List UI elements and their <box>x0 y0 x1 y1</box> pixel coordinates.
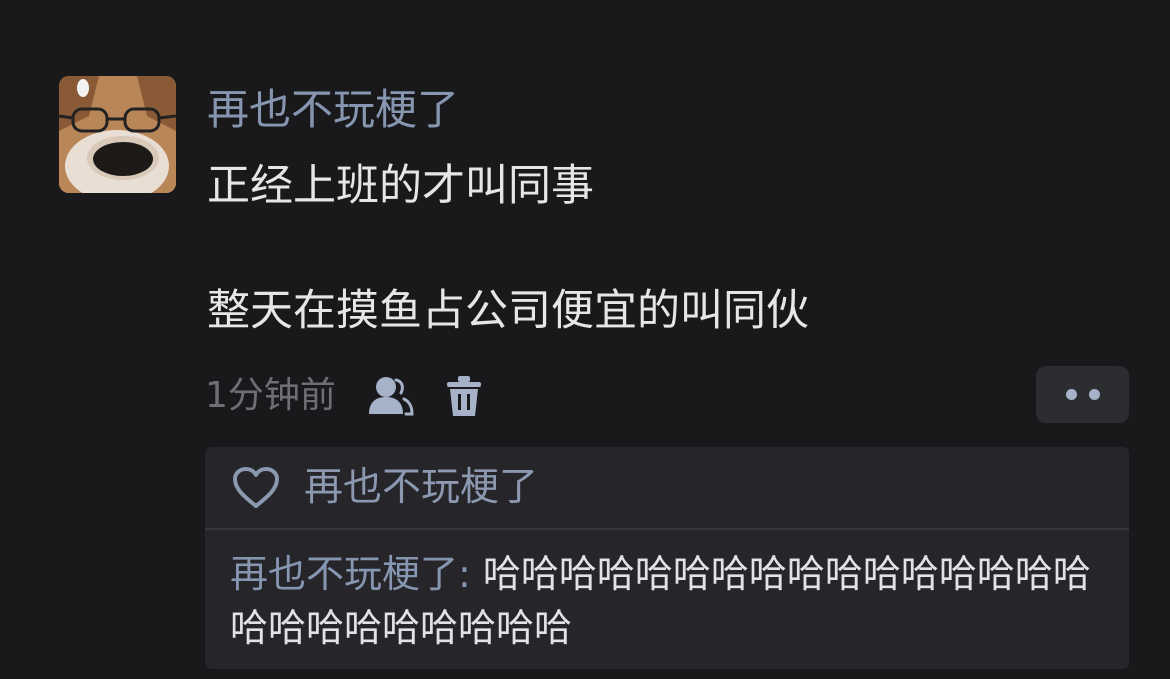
comment-text-line-2: 整天在摸鱼占公司便宜的叫同伙 <box>207 286 809 336</box>
comment-timestamp: 1分钟前 <box>205 375 336 416</box>
reply-panel: 再也不玩梗了 再也不玩梗了: 哈哈哈哈哈哈哈哈哈哈哈哈哈哈哈哈哈哈哈哈哈哈哈哈哈 <box>205 447 1129 669</box>
avatar[interactable] <box>59 76 176 193</box>
reply-separator: : <box>458 552 483 596</box>
reply-item: 再也不玩梗了: 哈哈哈哈哈哈哈哈哈哈哈哈哈哈哈哈哈哈哈哈哈哈哈哈哈 <box>230 547 1125 655</box>
comment-screen: 再也不玩梗了 正经上班的才叫同事 整天在摸鱼占公司便宜的叫同伙 1分钟前 再也不… <box>0 0 1170 679</box>
dog-with-glasses-avatar-image <box>59 76 176 193</box>
trash-icon[interactable] <box>444 374 484 418</box>
more-dots-icon <box>1088 389 1100 400</box>
more-dots-icon <box>1065 389 1077 400</box>
comment-meta-row: 1分钟前 <box>205 372 484 420</box>
more-options-button[interactable] <box>1036 366 1129 423</box>
user-icon[interactable] <box>366 372 414 420</box>
heart-icon[interactable] <box>232 466 280 510</box>
like-row: 再也不玩梗了 <box>205 447 1129 530</box>
reply-author[interactable]: 再也不玩梗了 <box>230 552 458 596</box>
liked-by-username[interactable]: 再也不玩梗了 <box>304 464 538 512</box>
comment-text-line-1: 正经上班的才叫同事 <box>207 161 594 211</box>
comment-username[interactable]: 再也不玩梗了 <box>207 84 459 136</box>
